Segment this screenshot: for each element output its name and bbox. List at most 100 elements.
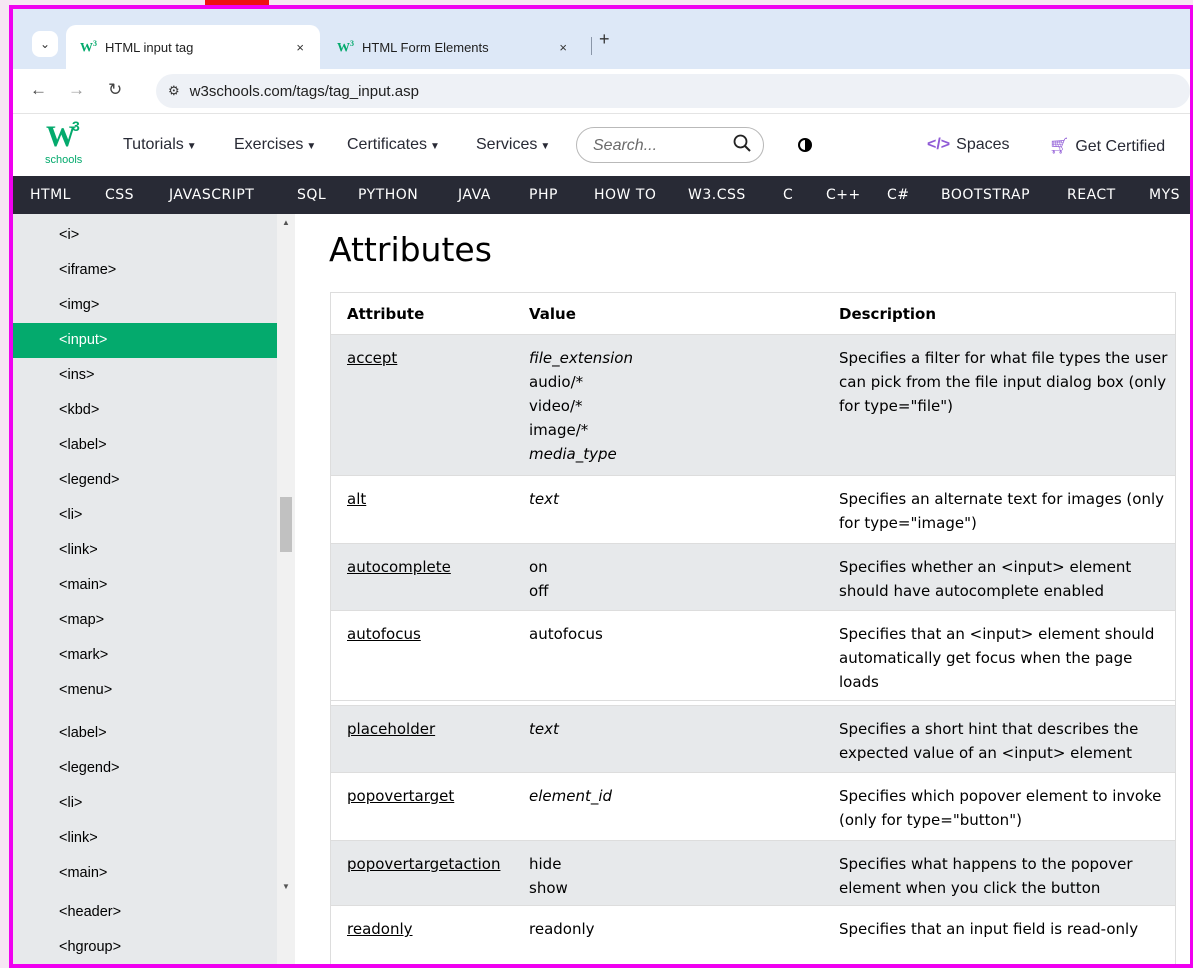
search-input[interactable] xyxy=(591,134,725,158)
attr-link-alt[interactable]: alt xyxy=(347,490,366,508)
search-icon[interactable] xyxy=(733,134,751,152)
table-header-row: Attribute Value Description xyxy=(331,293,1175,335)
tab-close-icon[interactable]: × xyxy=(559,40,567,55)
description-cell: Specifies what happens to the popover el… xyxy=(839,855,1133,897)
tab-search-button[interactable]: ⌄ xyxy=(32,31,58,57)
attr-link-popovertargetaction[interactable]: popovertargetaction xyxy=(347,855,500,873)
value-cell: file_extension audio/* video/* image/* m… xyxy=(529,349,633,463)
sidebar-item-label[interactable]: <label> xyxy=(13,428,277,463)
sidebar-scrollbar[interactable]: ▲ ▼ xyxy=(277,214,295,964)
scroll-up-arrow-icon[interactable]: ▲ xyxy=(282,218,290,227)
topnav-item-css[interactable]: CSS xyxy=(105,187,134,203)
sidebar-item-link[interactable]: <link> xyxy=(13,533,277,568)
sidebar-item-menu[interactable]: <menu> xyxy=(13,673,277,708)
get-certified-link[interactable]: 🛒︎ Get Certified xyxy=(1049,136,1165,156)
sidebar-item-main-2[interactable]: <main> xyxy=(13,856,277,891)
spaces-link[interactable]: </> Spaces xyxy=(927,136,1010,154)
sidebar-item-input[interactable]: <input> xyxy=(13,323,277,358)
sidebar-item-hgroup[interactable]: <hgroup> xyxy=(13,930,277,964)
attr-link-autocomplete[interactable]: autocomplete xyxy=(347,558,451,576)
topnav-item-java[interactable]: JAVA xyxy=(458,187,491,203)
sidebar-item-li[interactable]: <li> xyxy=(13,498,277,533)
menu-services[interactable]: Services ▼ xyxy=(476,136,550,154)
w3schools-logo[interactable]: W 3 schools xyxy=(43,118,93,170)
sidebar-item-map[interactable]: <map> xyxy=(13,603,277,638)
menu-certificates[interactable]: Certificates ▼ xyxy=(347,136,440,154)
sidebar-item-iframe[interactable]: <iframe> xyxy=(13,253,277,288)
caret-down-icon: ▼ xyxy=(306,141,317,152)
tab-title: HTML input tag xyxy=(105,39,194,55)
contrast-toggle-icon[interactable] xyxy=(798,138,812,152)
chevron-down-icon: ⌄ xyxy=(39,37,51,51)
topnav-item-cpp[interactable]: C++ xyxy=(826,187,861,203)
scrollbar-thumb[interactable] xyxy=(280,497,292,552)
topnav-item-csharp[interactable]: C# xyxy=(887,187,910,203)
description-cell: Specifies that an <input> element should… xyxy=(839,625,1155,691)
back-arrow-icon[interactable]: ← xyxy=(30,80,47,100)
tab-html-form-elements[interactable]: W3 HTML Form Elements × xyxy=(323,25,583,69)
sidebar-item-li-2[interactable]: <li> xyxy=(13,786,277,821)
description-cell: Specifies an alternate text for images (… xyxy=(839,490,1165,532)
scroll-down-arrow-icon[interactable]: ▼ xyxy=(282,882,290,891)
w3schools-favicon-icon: W3 xyxy=(337,38,354,55)
description-cell: Specifies which popover element to invok… xyxy=(839,787,1162,829)
description-cell: Specifies that an input field is read-on… xyxy=(839,920,1139,938)
header-description: Description xyxy=(839,305,937,323)
attr-link-placeholder[interactable]: placeholder xyxy=(347,720,435,738)
table-row: placeholder text Specifies a short hint … xyxy=(331,706,1175,773)
reload-icon[interactable]: ↻ xyxy=(108,80,122,100)
value-cell: readonly xyxy=(529,920,595,938)
attr-link-readonly[interactable]: readonly xyxy=(347,920,413,938)
header-attribute: Attribute xyxy=(347,305,425,323)
caret-down-icon: ▼ xyxy=(186,141,197,152)
topnav-item-javascript[interactable]: JAVASCRIPT xyxy=(169,187,254,203)
sidebar-item-main[interactable]: <main> xyxy=(13,568,277,603)
tab-close-icon[interactable]: × xyxy=(296,40,304,55)
topnav-item-python[interactable]: PYTHON xyxy=(358,187,418,203)
attr-link-autofocus[interactable]: autofocus xyxy=(347,625,421,643)
topnav-item-react[interactable]: REACT xyxy=(1067,187,1116,203)
sidebar-item-header[interactable]: <header> xyxy=(13,895,277,930)
topnav-item-howto[interactable]: HOW TO xyxy=(594,187,656,203)
topnav-item-php[interactable]: PHP xyxy=(529,187,558,203)
sidebar-item-link-2[interactable]: <link> xyxy=(13,821,277,856)
table-row: readonly readonly Specifies that an inpu… xyxy=(331,906,1175,964)
search-box[interactable] xyxy=(576,127,764,163)
sidebar-item-img[interactable]: <img> xyxy=(13,288,277,323)
tab-title: HTML Form Elements xyxy=(362,39,489,55)
menu-exercises[interactable]: Exercises ▼ xyxy=(234,136,316,154)
description-cell: Specifies a filter for what file types t… xyxy=(839,349,1168,415)
sidebar-item-kbd[interactable]: <kbd> xyxy=(13,393,277,428)
attr-link-accept[interactable]: accept xyxy=(347,349,397,367)
sidebar-item-legend-2[interactable]: <legend> xyxy=(13,751,277,786)
value-cell: autofocus xyxy=(529,625,603,643)
new-tab-button[interactable]: + xyxy=(599,29,610,50)
sidebar-item-i[interactable]: <i> xyxy=(13,218,277,253)
address-bar-row: ← → ↻ ⚙ w3schools.com/tags/tag_input.asp xyxy=(13,69,1190,114)
value-cell: on off xyxy=(529,558,549,600)
sidebar-item-label-2[interactable]: <label> xyxy=(13,716,277,751)
sidebar-item-ins[interactable]: <ins> xyxy=(13,358,277,393)
table-row: autocomplete on off Specifies whether an… xyxy=(331,544,1175,611)
topnav-item-mysql[interactable]: MYS xyxy=(1149,187,1180,203)
topnav-item-c[interactable]: C xyxy=(783,187,793,203)
sidebar-item-mark[interactable]: <mark> xyxy=(13,638,277,673)
sidebar-item-legend[interactable]: <legend> xyxy=(13,463,277,498)
url-text[interactable]: w3schools.com/tags/tag_input.asp xyxy=(190,83,419,100)
topnav-item-w3css[interactable]: W3.CSS xyxy=(688,187,746,203)
topnav-item-html[interactable]: HTML xyxy=(30,187,71,203)
table-row: popovertargetaction hide show Specifies … xyxy=(331,841,1175,906)
tab-strip: ⌄ W3 HTML input tag × W3 HTML Form Eleme… xyxy=(13,9,1190,69)
topnav-item-bootstrap[interactable]: BOOTSTRAP xyxy=(941,187,1030,203)
cart-icon: 🛒︎ xyxy=(1049,138,1070,155)
menu-tutorials[interactable]: Tutorials ▼ xyxy=(123,136,197,154)
browser-window: ⌄ W3 HTML input tag × W3 HTML Form Eleme… xyxy=(9,5,1193,968)
table-row: popovertarget element_id Specifies which… xyxy=(331,773,1175,841)
attr-link-popovertarget[interactable]: popovertarget xyxy=(347,787,454,805)
forward-arrow-icon[interactable]: → xyxy=(68,80,85,100)
tab-html-input-tag[interactable]: W3 HTML input tag × xyxy=(66,25,320,69)
site-info-icon[interactable]: ⚙ xyxy=(168,83,180,99)
page-title: Attributes xyxy=(329,230,492,269)
address-bar[interactable]: ⚙ w3schools.com/tags/tag_input.asp xyxy=(156,74,1190,108)
topnav-item-sql[interactable]: SQL xyxy=(297,187,326,203)
